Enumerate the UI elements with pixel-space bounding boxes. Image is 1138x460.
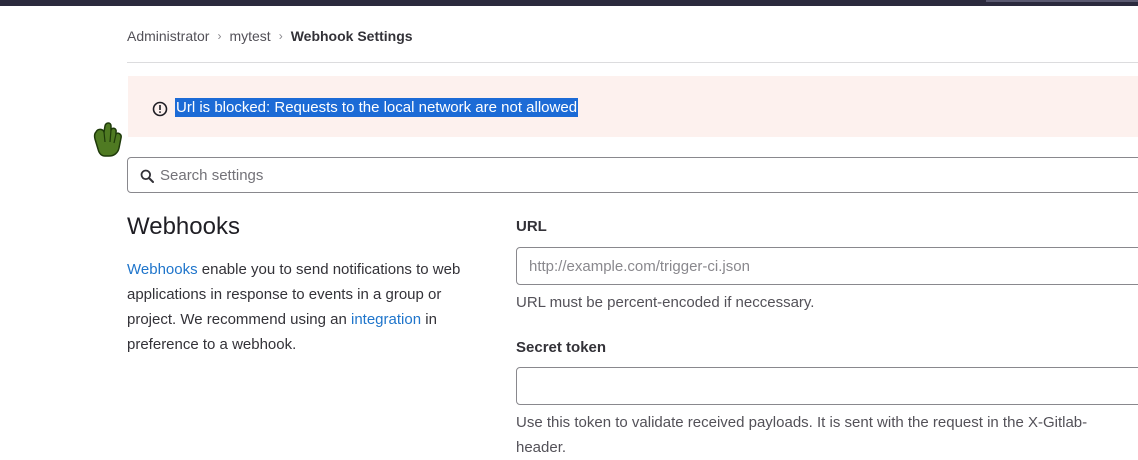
url-label: URL xyxy=(516,218,547,235)
exclamation-circle-icon xyxy=(152,101,168,117)
breadcrumb-divider xyxy=(127,62,1138,63)
secret-token-help-line1: Use this token to validate received payl… xyxy=(516,414,1088,431)
hand-cursor-icon xyxy=(92,120,126,158)
alert-message: Url is blocked: Requests to the local ne… xyxy=(175,98,579,117)
integration-link[interactable]: integration xyxy=(351,311,421,328)
error-alert: Url is blocked: Requests to the local ne… xyxy=(128,76,1138,137)
breadcrumb-item-mytest[interactable]: mytest xyxy=(229,28,270,44)
section-title: Webhooks xyxy=(127,213,240,240)
secret-token-label: Secret token xyxy=(516,339,607,356)
breadcrumb-current[interactable]: Webhook Settings xyxy=(291,28,413,44)
breadcrumb-separator: › xyxy=(217,29,222,43)
secret-token-help-line2: header. xyxy=(516,439,567,456)
section-description: Webhooks enable you to send notification… xyxy=(127,257,477,357)
top-navbar xyxy=(0,0,1138,6)
secret-token-input[interactable] xyxy=(516,367,1138,405)
breadcrumb-separator: › xyxy=(278,29,283,43)
url-input[interactable] xyxy=(516,247,1138,285)
breadcrumb: Administrator › mytest › Webhook Setting… xyxy=(127,26,413,46)
navbar-accent xyxy=(986,0,1138,2)
webhooks-docs-link[interactable]: Webhooks xyxy=(127,261,198,278)
search-icon xyxy=(140,169,154,183)
search-input[interactable] xyxy=(160,158,1060,192)
search-settings-box[interactable] xyxy=(127,157,1138,193)
breadcrumb-item-administrator[interactable]: Administrator xyxy=(127,28,209,44)
url-help-text: URL must be percent-encoded if neccessar… xyxy=(516,294,815,311)
